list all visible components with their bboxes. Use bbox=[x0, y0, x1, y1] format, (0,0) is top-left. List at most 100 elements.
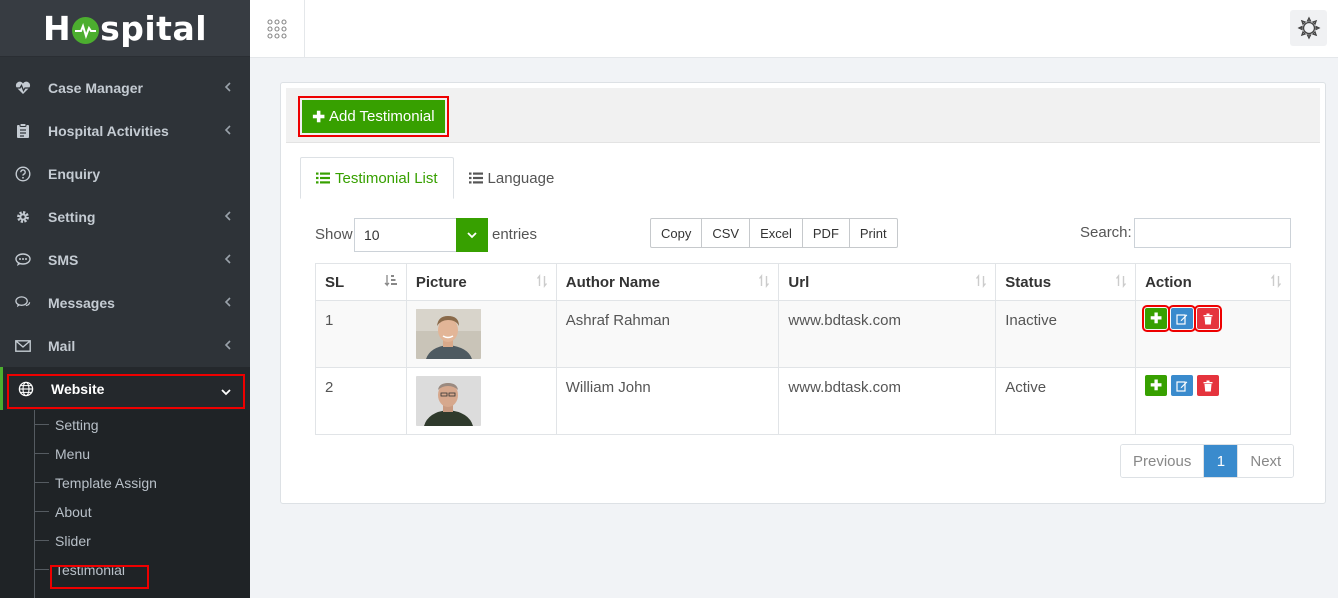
cell-author-name: Ashraf Rahman bbox=[555, 300, 780, 368]
sidebar-item-sms[interactable]: SMS bbox=[0, 238, 250, 281]
submenu-item-menu[interactable]: Menu bbox=[0, 439, 250, 468]
sidebar-item-website[interactable]: Website bbox=[0, 367, 250, 410]
chevron-down-icon bbox=[220, 383, 232, 399]
list-icon bbox=[468, 172, 483, 184]
cell-picture bbox=[405, 300, 557, 368]
apps-grid-button[interactable] bbox=[250, 0, 305, 57]
cell-url: www.bdtask.com bbox=[778, 300, 997, 368]
submenu-item-label: Testimonial bbox=[55, 561, 126, 578]
column-header-author-name[interactable]: Author Name bbox=[555, 263, 780, 301]
pdf-button[interactable]: PDF bbox=[803, 219, 850, 247]
cell-status: Inactive bbox=[995, 300, 1137, 368]
sort-icon bbox=[1115, 274, 1127, 292]
testimonial-table: SL Picture Author Name Url Status Action… bbox=[315, 263, 1291, 435]
submenu-item-testimonial[interactable]: Testimonial bbox=[0, 555, 250, 584]
search-input[interactable] bbox=[1134, 218, 1291, 248]
add-row-button[interactable]: ✚ bbox=[1145, 375, 1168, 396]
sidebar-item-setting[interactable]: Setting bbox=[0, 195, 250, 238]
table-header-row: SL Picture Author Name Url Status Action bbox=[315, 263, 1291, 301]
tab-label: Testimonial List bbox=[335, 169, 438, 187]
add-testimonial-button[interactable]: ✚ Add Testimonial bbox=[302, 100, 445, 133]
table-row: 1 Ashraf Rahman www.bdtask.com Inactive … bbox=[315, 300, 1291, 368]
panel-header: ✚ Add Testimonial bbox=[286, 88, 1320, 143]
sidebar-item-label: Case Manager bbox=[48, 79, 143, 96]
page-1-button[interactable]: 1 bbox=[1204, 445, 1239, 477]
column-header-sl[interactable]: SL bbox=[315, 263, 407, 301]
settings-button[interactable] bbox=[1290, 10, 1327, 46]
tab-language[interactable]: Language bbox=[454, 157, 570, 199]
submenu-item-setting[interactable]: Setting bbox=[0, 410, 250, 439]
logo[interactable]: H spital bbox=[0, 0, 250, 57]
sidebar-item-mail[interactable]: Mail bbox=[0, 324, 250, 367]
top-header bbox=[250, 0, 1338, 58]
chevron-left-icon bbox=[224, 123, 232, 139]
cell-url: www.bdtask.com bbox=[778, 367, 997, 435]
sidebar-item-label: Setting bbox=[48, 208, 96, 225]
sort-icon bbox=[758, 274, 770, 292]
excel-button[interactable]: Excel bbox=[750, 219, 803, 247]
column-header-label: Author Name bbox=[565, 273, 660, 291]
column-header-label: Url bbox=[788, 273, 810, 291]
question-circle-icon bbox=[15, 165, 31, 182]
table-row: 2 William John www.bdtask.com Active ✚ bbox=[315, 367, 1291, 435]
cell-sl: 2 bbox=[315, 367, 407, 435]
entries-label: entries bbox=[492, 226, 538, 243]
search-label: Search: bbox=[1080, 224, 1132, 241]
column-header-action[interactable]: Action bbox=[1135, 263, 1291, 301]
sidebar-item-enquiry[interactable]: Enquiry bbox=[0, 152, 250, 195]
cell-sl: 1 bbox=[315, 300, 407, 368]
export-buttons: Copy CSV Excel PDF Print bbox=[650, 218, 898, 248]
chat-dots-icon bbox=[15, 252, 31, 268]
delete-button[interactable] bbox=[1197, 375, 1220, 396]
edit-button[interactable] bbox=[1171, 375, 1194, 396]
column-header-picture[interactable]: Picture bbox=[405, 263, 557, 301]
delete-button[interactable] bbox=[1194, 305, 1223, 332]
print-button[interactable]: Print bbox=[850, 219, 897, 247]
chevron-down-icon bbox=[456, 218, 488, 252]
trash-icon bbox=[1203, 313, 1213, 324]
chevron-left-icon bbox=[224, 338, 232, 354]
submenu-item-about[interactable]: About bbox=[0, 497, 250, 526]
plus-icon: ✚ bbox=[1150, 310, 1162, 326]
sidebar-item-case-manager[interactable]: Case Manager bbox=[0, 66, 250, 109]
cell-action: ✚ bbox=[1135, 300, 1291, 368]
globe-icon bbox=[18, 381, 34, 397]
chevron-left-icon bbox=[224, 80, 232, 96]
grid-dots-icon bbox=[267, 18, 287, 39]
sidebar: H spital Case Manager Hospital Activitie… bbox=[0, 0, 250, 598]
page-size-value: 10 bbox=[364, 227, 380, 243]
cell-action: ✚ bbox=[1135, 367, 1291, 435]
chevron-left-icon bbox=[224, 252, 232, 268]
testimonial-panel: ✚ Add Testimonial Testimonial List Langu… bbox=[280, 82, 1326, 504]
comments-icon bbox=[15, 295, 31, 311]
sidebar-item-label: Mail bbox=[48, 337, 76, 354]
column-header-status[interactable]: Status bbox=[995, 263, 1137, 301]
copy-button[interactable]: Copy bbox=[651, 219, 703, 247]
submenu-item-slider[interactable]: Slider bbox=[0, 526, 250, 555]
cell-status: Active bbox=[995, 367, 1137, 435]
sidebar-item-messages[interactable]: Messages bbox=[0, 281, 250, 324]
add-row-button[interactable]: ✚ bbox=[1142, 305, 1171, 332]
sort-icon bbox=[975, 274, 987, 292]
previous-page-button[interactable]: Previous bbox=[1121, 445, 1205, 477]
submenu-item-label: Template Assign bbox=[55, 474, 157, 491]
sidebar-item-hospital-activities[interactable]: Hospital Activities bbox=[0, 109, 250, 152]
edit-button[interactable] bbox=[1168, 305, 1197, 332]
tab-testimonial-list[interactable]: Testimonial List bbox=[300, 157, 454, 199]
page-size-select[interactable]: 10 bbox=[354, 218, 488, 252]
submenu-item-template-assign[interactable]: Template Assign bbox=[0, 468, 250, 497]
submenu-item-label: About bbox=[55, 503, 92, 520]
plus-icon: ✚ bbox=[1150, 377, 1162, 393]
pagination: Previous 1 Next bbox=[1120, 444, 1295, 478]
author-photo bbox=[415, 376, 481, 426]
sort-icon bbox=[1270, 274, 1282, 292]
show-label: Show bbox=[315, 226, 353, 243]
csv-button[interactable]: CSV bbox=[702, 219, 751, 247]
gear-icon bbox=[15, 209, 31, 225]
heartbeat-icon bbox=[15, 80, 31, 96]
chevron-left-icon bbox=[224, 295, 232, 311]
clipboard-icon bbox=[15, 122, 31, 139]
next-page-button[interactable]: Next bbox=[1238, 445, 1294, 477]
sidebar-item-label: Website bbox=[51, 380, 105, 397]
column-header-url[interactable]: Url bbox=[778, 263, 997, 301]
